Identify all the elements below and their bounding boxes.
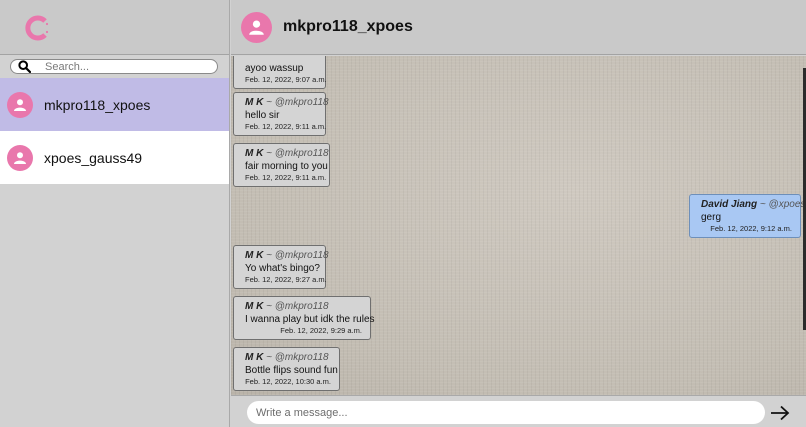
message-text: hello sir [245,110,280,121]
message-bubble: M K ~ @mkpro118 fair morning to you Feb.… [233,143,330,187]
message-time: Feb. 12, 2022, 9:07 a.m. [245,75,327,84]
message-sender: David Jiang [701,199,758,210]
message-time: Feb. 12, 2022, 10:30 a.m. [245,377,331,386]
contact-item-mkpro118-xpoes[interactable]: mkpro118_xpoes [0,78,229,131]
chat-panel: mkpro118_xpoes ayoo wassup Feb. 12, 2022… [231,0,806,427]
message-time: Feb. 12, 2022, 9:29 a.m. [280,326,362,335]
message-text: Yo what's bingo? [245,263,320,274]
message-list[interactable]: ayoo wassup Feb. 12, 2022, 9:07 a.m. M K… [231,56,806,395]
message-bubble: M K ~ @mkpro118 Yo what's bingo? Feb. 12… [233,245,329,289]
message-sender: M K [245,301,264,312]
message-bubble: M K ~ @mkpro118 Bottle flips sound fun F… [233,347,340,391]
contact-name: mkpro118_xpoes [44,96,151,113]
message-time: Feb. 12, 2022, 9:12 a.m. [710,224,792,233]
search-icon [18,60,32,74]
sidebar-header [0,0,229,55]
user-icon [7,91,33,118]
message-input[interactable] [247,401,765,424]
contact-item-xpoes-gauss49[interactable]: xpoes_gauss49 [0,131,229,184]
message-sender: M K [245,148,264,159]
contact-name: xpoes_gauss49 [44,149,143,166]
search-input[interactable] [45,60,215,73]
user-icon [241,11,272,43]
message-handle: ~ @mkpro118 [266,250,329,261]
search-row [0,55,229,78]
chat-title: mkpro118_xpoes [283,18,413,35]
message-text: Bottle flips sound fun [245,365,338,376]
message-text: ayoo wassup [245,63,304,74]
message-sender: M K [245,352,264,363]
message-text: fair morning to you [245,161,328,172]
message-bubble-outgoing: David Jiang ~ @xpoes gerg Feb. 12, 2022,… [689,194,805,238]
search-box[interactable] [10,59,218,74]
message-meta: M K ~ @mkpro118 [245,351,331,364]
message-time: Feb. 12, 2022, 9:27 a.m. [245,275,327,284]
c-logo-icon[interactable] [24,15,50,41]
message-meta: M K ~ @mkpro118 [245,96,329,109]
message-time: Feb. 12, 2022, 9:11 a.m. [245,122,327,131]
sidebar: mkpro118_xpoes xpoes_gauss49 [0,0,230,427]
message-handle: ~ @mkpro118 [266,148,329,159]
message-meta: M K ~ @mkpro118 [245,300,362,313]
message-time: Feb. 12, 2022, 9:11 a.m. [245,173,327,182]
message-sender: M K [245,97,264,108]
message-handle: ~ @xpoes [759,199,806,210]
message-text: gerg [701,212,722,223]
message-meta: M K ~ @mkpro118 [245,249,329,262]
message-handle: ~ @mkpro118 [266,97,329,108]
message-bubble: M K ~ @mkpro118 hello sir Feb. 12, 2022,… [233,92,329,136]
chat-header: mkpro118_xpoes [231,0,806,55]
send-button[interactable] [768,401,792,425]
message-text: I wanna play but idk the rules [245,314,375,325]
message-meta: M K ~ @mkpro118 [245,147,329,160]
user-icon [7,144,33,171]
message-handle: ~ @mkpro118 [266,301,329,312]
message-sender: M K [245,250,264,261]
message-meta: David Jiang ~ @xpoes [701,198,805,211]
message-bubble: M K ~ @mkpro118 I wanna play but idk the… [233,296,375,340]
message-bubble: ayoo wassup Feb. 12, 2022, 9:07 a.m. [233,56,327,89]
composer [231,395,806,427]
message-handle: ~ @mkpro118 [266,352,329,363]
arrow-right-icon [771,405,790,421]
